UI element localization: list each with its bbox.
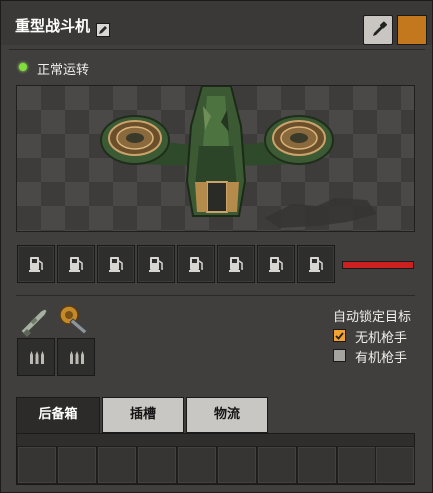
inventory-slot[interactable] [217,446,257,484]
divider [9,49,425,50]
fuel-slot[interactable] [137,245,175,283]
fuel-pump-icon [229,257,243,272]
fuel-pump-icon [149,257,163,272]
window-title: 重型战斗机 [15,17,91,35]
status-text: 正常运转 [37,63,90,78]
inventory-slot[interactable] [177,446,217,484]
inventory-slot[interactable] [257,446,297,484]
eyedropper-icon [373,21,387,36]
option-label: 有机枪手 [355,351,408,366]
status-indicator-icon [19,63,27,71]
tab-trunk[interactable]: 后备箱 [16,397,100,434]
checkbox-checked[interactable] [333,329,346,342]
inventory-slot[interactable] [97,446,137,484]
checkmark-icon [335,332,344,340]
fuel-pump-icon [109,257,123,272]
ammo-bullets-icon [70,351,84,364]
inventory-slot[interactable] [375,446,415,484]
ammo-bullets-icon [30,351,44,364]
inventory-slot[interactable] [57,446,97,484]
inventory-slot[interactable] [297,446,337,484]
energy-bar [342,261,414,269]
fuel-pump-icon [269,257,283,272]
color-swatch[interactable] [397,15,427,45]
fuel-slot[interactable] [97,245,135,283]
fuel-pump-icon [69,257,83,272]
inventory-slot[interactable] [337,446,377,484]
ammo-slot[interactable] [17,338,55,376]
weapon-slot-cannon[interactable] [57,303,93,339]
checkbox-unchecked[interactable] [333,349,346,362]
fuel-slot[interactable] [217,245,255,283]
title-bar: 重型战斗机 [1,1,432,45]
auto-target-title: 自动锁定目标 [333,310,412,325]
tab-slots[interactable]: 插槽 [102,397,184,433]
heavy-fighter-aircraft-image [100,86,377,228]
cannon-turret-icon [59,305,88,335]
ammo-slot[interactable] [57,338,95,376]
fuel-slot[interactable] [297,245,335,283]
fuel-slot[interactable] [177,245,215,283]
fuel-pump-icon [309,257,323,272]
pencil-icon [99,26,107,34]
color-picker-button[interactable] [363,15,393,45]
fuel-slot[interactable] [57,245,95,283]
rename-button[interactable] [96,23,110,37]
vehicle-preview [16,85,415,232]
fuel-slot[interactable] [17,245,55,283]
weapon-slot-rifle[interactable] [17,303,53,339]
option-label: 无机枪手 [355,331,408,346]
fuel-pump-icon [189,257,203,272]
vehicle-window: 重型战斗机 正常运转 自动锁定目标 无机枪手 有机枪手 后备箱 插槽 物流 [0,0,433,493]
inventory-slot[interactable] [137,446,177,484]
fuel-slot[interactable] [257,245,295,283]
rifle-gun-icon [20,308,48,337]
inventory-slot[interactable] [17,446,57,484]
fuel-pump-icon [29,257,43,272]
tab-logistics[interactable]: 物流 [186,397,268,433]
trunk-inventory [16,433,415,485]
divider [16,295,415,296]
